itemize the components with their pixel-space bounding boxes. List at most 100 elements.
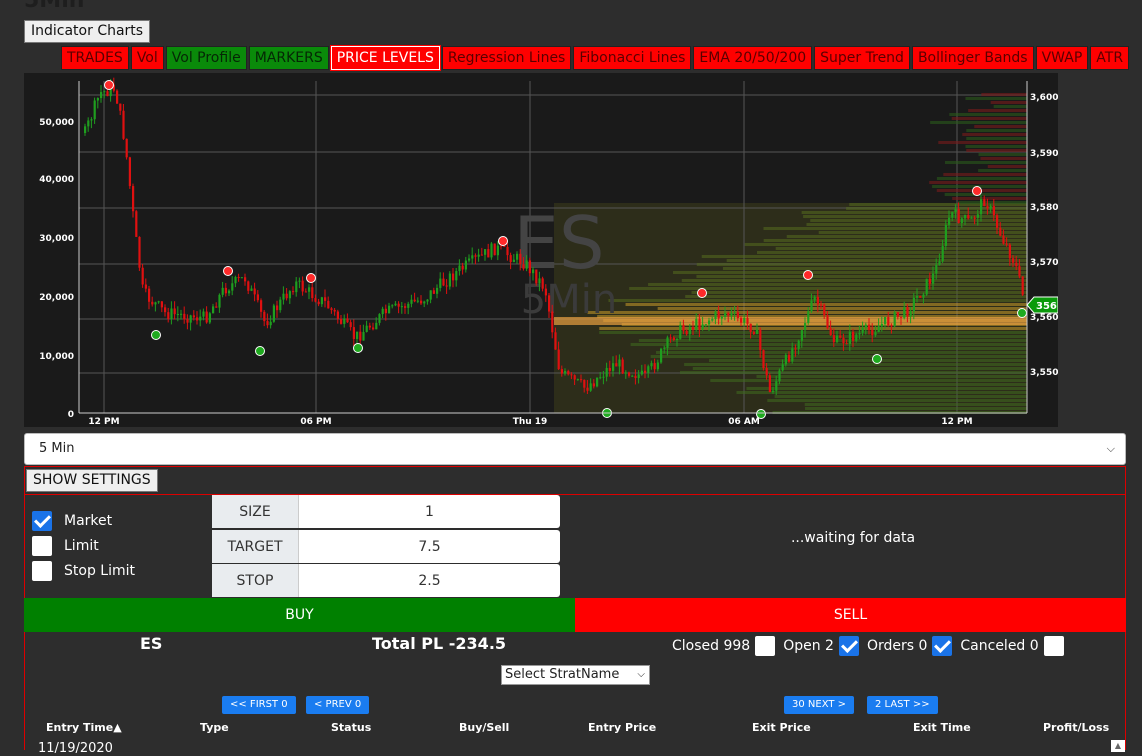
strat-name-select[interactable]: Select StratName ⌵ bbox=[501, 665, 650, 685]
candle-body bbox=[480, 254, 483, 256]
candle-body bbox=[967, 214, 970, 219]
candle-body bbox=[676, 338, 679, 341]
indicator-toggle-ema-20-50-200[interactable]: EMA 20/50/200 bbox=[693, 46, 813, 70]
last-page-button[interactable]: 2 LAST >> bbox=[867, 696, 938, 714]
filter-orders[interactable]: Orders 0 bbox=[867, 636, 953, 656]
indicator-toggle-super-trend[interactable]: Super Trend bbox=[814, 46, 910, 70]
candle-body bbox=[304, 291, 307, 293]
candle-body bbox=[407, 303, 410, 308]
candle-body bbox=[983, 199, 986, 207]
candle-body bbox=[695, 318, 698, 330]
candle-body bbox=[640, 370, 643, 375]
indicator-toggle-price-levels[interactable]: PRICE LEVELS bbox=[329, 45, 441, 71]
indicator-toggle-vol-profile[interactable]: Vol Profile bbox=[165, 46, 247, 70]
candle-body bbox=[199, 316, 202, 321]
col-exit-time[interactable]: Exit Time bbox=[913, 721, 971, 734]
indicator-toggle-bar: TRADES Vol Vol Profile MARKERS PRICE LEVELS R… bbox=[61, 45, 1130, 71]
indicator-toggle-vwap[interactable]: VWAP bbox=[1035, 46, 1089, 70]
checkbox[interactable] bbox=[1043, 636, 1064, 656]
timeframe-select[interactable]: 5 Min ⌵ bbox=[24, 433, 1126, 465]
candle-body bbox=[976, 214, 979, 218]
candle-body bbox=[893, 312, 896, 327]
candle-body bbox=[580, 379, 583, 381]
filter-open[interactable]: Open 2 bbox=[783, 636, 859, 656]
filter-canceled[interactable]: Canceled 0 bbox=[960, 636, 1064, 656]
indicator-toggle-vol[interactable]: Vol bbox=[130, 46, 164, 70]
filter-label: Open 2 bbox=[783, 638, 834, 654]
col-profit-loss[interactable]: Profit/Loss bbox=[1043, 721, 1109, 734]
candle-body bbox=[679, 324, 682, 339]
candle-body bbox=[426, 299, 429, 302]
checkbox[interactable] bbox=[32, 535, 52, 556]
price-chart[interactable]: ES 5Min 50,000 40,000 30,000 20,000 10,000 0 3,6… bbox=[24, 73, 1058, 427]
volume-profile-bar bbox=[679, 371, 1027, 374]
sell-button[interactable]: SELL bbox=[575, 598, 1126, 632]
indicator-toggle-trades[interactable]: TRADES bbox=[61, 46, 129, 70]
stop-input[interactable]: 2.5 bbox=[299, 564, 560, 597]
checkbox[interactable] bbox=[932, 636, 953, 656]
target-input[interactable]: 7.5 bbox=[299, 530, 560, 563]
order-type-market[interactable]: Market bbox=[32, 508, 135, 533]
candle-body bbox=[906, 307, 909, 317]
col-entry-time[interactable]: Entry Time▲ bbox=[46, 721, 122, 734]
size-input[interactable]: 1 bbox=[299, 495, 560, 528]
candle-body bbox=[858, 332, 861, 335]
volume-profile-bar bbox=[958, 201, 1027, 204]
candle-body bbox=[868, 324, 871, 330]
volume-profile-bar bbox=[625, 303, 1027, 306]
buy-button[interactable]: BUY bbox=[24, 598, 575, 632]
indicator-toggle-fibonacci-lines[interactable]: Fibonacci Lines bbox=[573, 46, 692, 70]
first-page-button[interactable]: << FIRST 0 bbox=[222, 696, 296, 714]
order-type-stop-limit[interactable]: Stop Limit bbox=[32, 558, 135, 583]
indicator-toggle-bollinger-bands[interactable]: Bollinger Bands bbox=[911, 46, 1034, 70]
candle-body bbox=[932, 273, 935, 284]
volume-profile-bar bbox=[763, 239, 1027, 242]
col-entry-price[interactable]: Entry Price bbox=[588, 721, 656, 734]
prev-page-button[interactable]: < PREV 0 bbox=[306, 696, 370, 714]
candle-body bbox=[445, 285, 448, 287]
candle-body bbox=[909, 311, 912, 317]
table-row: 11/19/2020 bbox=[38, 741, 113, 756]
candle-body bbox=[288, 291, 291, 299]
indicator-toggle-atr[interactable]: ATR bbox=[1090, 46, 1130, 70]
volume-profile-bar bbox=[756, 251, 1027, 254]
scrollbar-arrow-icon[interactable]: ▲ bbox=[1111, 740, 1125, 752]
indicator-toggle-markers[interactable]: MARKERS bbox=[248, 46, 329, 70]
candle-body bbox=[900, 316, 903, 318]
chart-canvas[interactable]: ES5Min 50,000 40,000 30,000 20,000 10,000 0 3,6… bbox=[24, 73, 1058, 427]
checkbox[interactable] bbox=[32, 560, 52, 581]
candle-body bbox=[880, 324, 883, 327]
candle-body bbox=[1015, 262, 1018, 267]
show-settings-button[interactable]: SHOW SETTINGS bbox=[26, 469, 158, 492]
indicator-charts-button[interactable]: Indicator Charts bbox=[24, 20, 151, 43]
checkbox[interactable] bbox=[755, 636, 776, 656]
candle-body bbox=[346, 318, 349, 323]
divider bbox=[24, 494, 1126, 495]
volume-profile-bar bbox=[962, 133, 1027, 136]
filter-closed[interactable]: Closed 998 bbox=[672, 636, 776, 656]
candle-body bbox=[420, 300, 423, 304]
indicator-toggle-regression-lines[interactable]: Regression Lines bbox=[441, 46, 572, 70]
next-page-button[interactable]: 30 NEXT > bbox=[784, 696, 855, 714]
candle-body bbox=[992, 206, 995, 216]
candle-body bbox=[560, 369, 563, 374]
candle-body bbox=[711, 319, 714, 321]
candle-body bbox=[378, 314, 381, 323]
col-buy-sell[interactable]: Buy/Sell bbox=[459, 721, 509, 734]
checkbox[interactable] bbox=[32, 510, 52, 531]
volume-profile-bar bbox=[664, 347, 1027, 350]
candle-body bbox=[311, 287, 314, 299]
candle-body bbox=[509, 255, 512, 263]
candle-body bbox=[599, 377, 602, 379]
checkbox[interactable] bbox=[838, 636, 859, 656]
candle-body bbox=[413, 299, 416, 302]
candle-body bbox=[944, 224, 947, 246]
candle-body bbox=[768, 375, 771, 392]
status-message: ...waiting for data bbox=[790, 530, 916, 546]
volume-profile-bar bbox=[696, 263, 1027, 266]
order-type-limit[interactable]: Limit bbox=[32, 533, 135, 558]
col-status[interactable]: Status bbox=[331, 721, 371, 734]
candle-body bbox=[234, 276, 237, 284]
col-type[interactable]: Type bbox=[200, 721, 229, 734]
col-exit-price[interactable]: Exit Price bbox=[752, 721, 811, 734]
